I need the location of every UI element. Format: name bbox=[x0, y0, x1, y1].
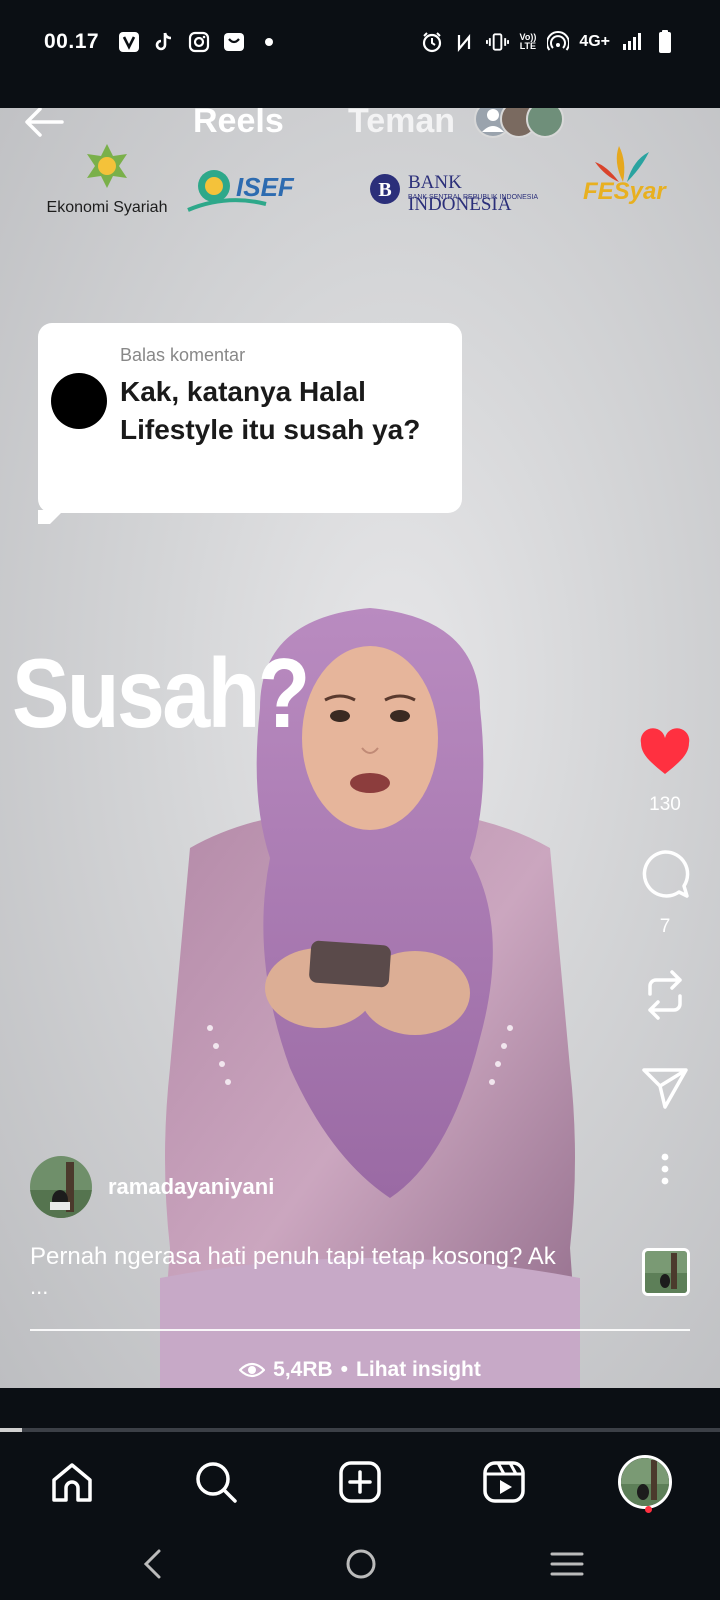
status-bar-right: Vo)) LTE 4G+ bbox=[420, 28, 676, 56]
like-button[interactable] bbox=[620, 728, 710, 783]
isef-text: ISEF bbox=[236, 172, 295, 202]
comment-sticker-tail bbox=[38, 510, 64, 524]
view-insight-link[interactable]: Lihat insight bbox=[356, 1358, 481, 1382]
home-icon bbox=[52, 1463, 92, 1502]
comment-count: 7 bbox=[659, 916, 671, 937]
search-icon bbox=[196, 1462, 237, 1503]
more-vertical-icon bbox=[661, 1153, 669, 1185]
ekonomi-syariah-logo: Ekonomi Syariah bbox=[42, 142, 172, 217]
tab-friends[interactable]: Teman bbox=[348, 108, 455, 141]
sponsor-logos: Ekonomi Syariah ISEF B BANK INDONESIA BA… bbox=[0, 142, 720, 222]
hotspot-icon bbox=[546, 31, 569, 54]
fesyar-label: FESyar bbox=[583, 178, 666, 205]
bank-indonesia-logo: B BANK INDONESIA BANK SENTRAL REPUBLIK I… bbox=[368, 172, 558, 215]
back-arrow-icon[interactable] bbox=[22, 108, 66, 140]
comment-reply-sticker: Balas komentar Kak, katanya Halal Lifest… bbox=[38, 323, 462, 513]
author-row[interactable]: ramadayaniyani bbox=[30, 1156, 274, 1218]
system-home-button[interactable] bbox=[336, 1542, 386, 1586]
dot-icon bbox=[257, 31, 280, 54]
view-count: 5,4RB bbox=[273, 1358, 333, 1381]
svg-text:B: B bbox=[378, 179, 391, 201]
ekonomi-syariah-emblem-icon bbox=[87, 144, 127, 188]
v-app-icon bbox=[117, 31, 140, 54]
commenter-avatar bbox=[51, 373, 107, 429]
heart-icon bbox=[640, 728, 690, 774]
profile-avatar bbox=[618, 1455, 672, 1509]
comment-button[interactable] bbox=[620, 848, 710, 905]
system-navigation-bar bbox=[0, 1532, 720, 1600]
tab-home[interactable] bbox=[42, 1452, 102, 1512]
nfc-icon bbox=[453, 31, 476, 54]
ekonomi-syariah-label: Ekonomi Syariah bbox=[46, 199, 168, 216]
more-options-button[interactable] bbox=[620, 1152, 710, 1191]
friend-avatar-3 bbox=[526, 108, 564, 138]
caption-more[interactable]: ... bbox=[30, 1274, 48, 1300]
repost-icon bbox=[648, 970, 682, 1020]
alarm-icon bbox=[420, 31, 443, 54]
home-circle-icon bbox=[346, 1549, 376, 1579]
reels-top-nav: Reels Teman bbox=[0, 108, 720, 141]
reel-video[interactable]: Reels Teman Ekonomi Syariah ISEF B BANK … bbox=[0, 108, 720, 1388]
create-icon bbox=[339, 1461, 381, 1503]
signal-icon bbox=[620, 31, 643, 54]
view-insights[interactable]: 5,4RB • Lihat insight bbox=[0, 1358, 720, 1382]
system-back-button[interactable] bbox=[128, 1542, 178, 1586]
status-bar-left: 00.17 bbox=[44, 28, 280, 56]
replied-comment-text: Kak, katanya Halal Lifestyle itu susah y… bbox=[120, 376, 421, 445]
shopping-bag-icon bbox=[222, 31, 245, 54]
author-avatar[interactable] bbox=[30, 1156, 92, 1218]
comment-bubble-icon bbox=[642, 850, 690, 898]
remix-button[interactable] bbox=[620, 968, 710, 1027]
friends-avatar-stack[interactable] bbox=[474, 108, 566, 140]
reply-label: Balas komentar bbox=[120, 345, 246, 365]
tab-reels[interactable] bbox=[474, 1452, 534, 1512]
system-recents-button[interactable] bbox=[542, 1542, 592, 1586]
video-overlay-text: Susah? bbox=[12, 638, 310, 748]
instagram-icon bbox=[187, 31, 210, 54]
tab-reels[interactable]: Reels bbox=[193, 108, 284, 141]
reel-caption[interactable]: Pernah ngerasa hati penuh tapi tetap kos… bbox=[30, 1242, 630, 1272]
send-icon bbox=[642, 1068, 688, 1109]
tab-profile[interactable] bbox=[615, 1452, 675, 1512]
like-count: 130 bbox=[649, 794, 681, 815]
tiktok-icon bbox=[152, 31, 175, 54]
status-bar: 00.17 Vo)) LTE 4G+ bbox=[0, 0, 720, 108]
volte-icon: Vo)) LTE bbox=[519, 33, 536, 51]
audio-thumbnail[interactable] bbox=[642, 1248, 690, 1296]
status-time: 00.17 bbox=[44, 30, 100, 53]
insight-separator: • bbox=[340, 1358, 349, 1381]
share-button[interactable] bbox=[620, 1066, 710, 1115]
network-type: 4G+ bbox=[579, 33, 610, 50]
bank-indonesia-subtitle: BANK SENTRAL REPUBLIK INDONESIA bbox=[408, 194, 539, 201]
bottom-tab-bar bbox=[0, 1432, 720, 1532]
tab-search[interactable] bbox=[186, 1452, 246, 1512]
eye-icon bbox=[239, 1362, 266, 1378]
bank-indonesia-emblem-icon: B bbox=[370, 174, 400, 204]
vibrate-icon bbox=[486, 31, 510, 54]
fesyar-logo: FESyar bbox=[583, 144, 666, 220]
tab-create[interactable] bbox=[330, 1452, 390, 1512]
reels-icon bbox=[483, 1461, 525, 1503]
profile-notification-dot bbox=[645, 1506, 652, 1513]
isef-logo: ISEF bbox=[186, 164, 338, 218]
author-username[interactable]: ramadayaniyani bbox=[108, 1174, 274, 1200]
caption-divider bbox=[30, 1329, 690, 1331]
chevron-left-icon bbox=[143, 1549, 161, 1579]
battery-icon bbox=[653, 30, 676, 54]
volte-bottom-label: LTE bbox=[519, 41, 537, 51]
recents-lines-icon bbox=[550, 1552, 584, 1576]
